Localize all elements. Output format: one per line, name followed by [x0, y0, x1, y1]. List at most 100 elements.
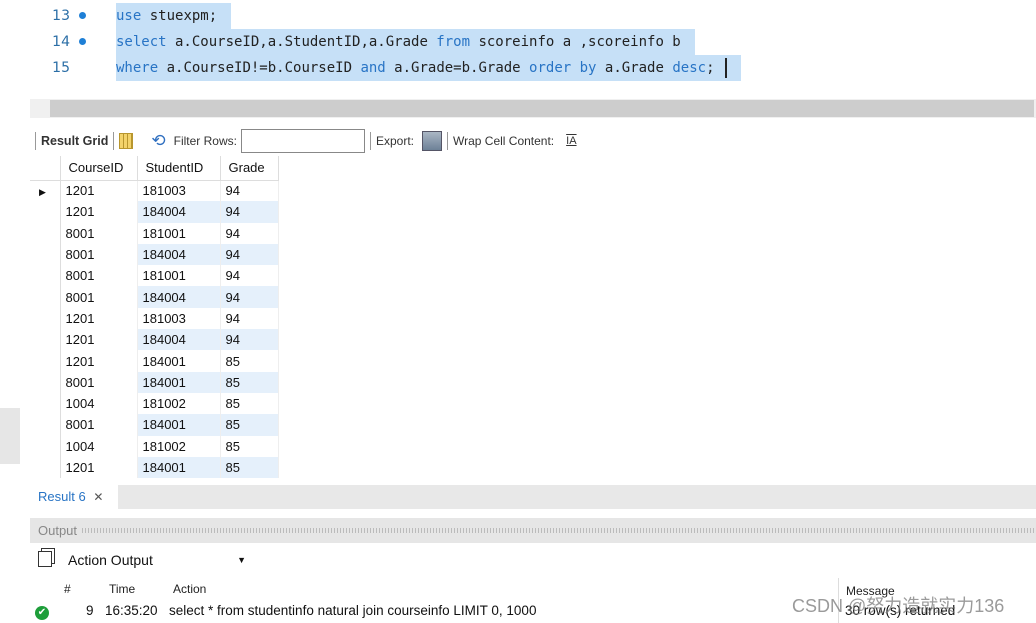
- grid-cell[interactable]: 1201: [60, 180, 138, 202]
- tab-result-6[interactable]: Result 6 ✕: [30, 485, 118, 509]
- filter-rows-input[interactable]: [240, 129, 365, 153]
- sql-keyword: and: [360, 60, 386, 76]
- grid-cell[interactable]: 181003: [137, 180, 221, 202]
- col-num-header: #: [64, 582, 71, 596]
- table-row[interactable]: 1004 181002 85: [30, 392, 279, 415]
- grid-cell[interactable]: 94: [220, 265, 279, 287]
- grid-cell[interactable]: 94: [220, 329, 279, 351]
- grid-cell[interactable]: 8001: [60, 414, 138, 436]
- row-indicator[interactable]: [30, 286, 61, 308]
- row-indicator[interactable]: [30, 414, 61, 436]
- grid-cell[interactable]: 181002: [137, 435, 221, 457]
- table-row[interactable]: 1201 184001 85: [30, 350, 279, 372]
- column-header[interactable]: Grade: [220, 156, 279, 181]
- grid-cell[interactable]: 1004: [60, 392, 138, 415]
- sql-keyword: use: [116, 8, 142, 24]
- grid-view-icon[interactable]: [119, 133, 134, 149]
- table-row[interactable]: 1201 184001 85: [30, 456, 279, 479]
- column-header[interactable]: StudentID: [137, 156, 221, 181]
- row-indicator[interactable]: [30, 307, 61, 330]
- row-indicator[interactable]: [30, 222, 61, 244]
- grid-cell[interactable]: 85: [220, 392, 279, 415]
- grid-cell[interactable]: 1004: [60, 435, 138, 457]
- grid-cell[interactable]: 1201: [60, 350, 138, 372]
- grid-cell[interactable]: 1201: [60, 307, 138, 330]
- table-row[interactable]: 8001 181001 94: [30, 265, 279, 287]
- output-type-select[interactable]: Action Output ▼: [62, 548, 252, 573]
- copy-icon[interactable]: [38, 551, 52, 567]
- grid-cell[interactable]: 94: [220, 286, 279, 308]
- code-line[interactable]: 13 use stuexpm;: [0, 3, 1036, 29]
- close-icon[interactable]: ✕: [93, 490, 103, 504]
- grid-cell[interactable]: 85: [220, 350, 279, 372]
- row-indicator[interactable]: [30, 201, 61, 223]
- table-row[interactable]: 1201 184004 94: [30, 201, 279, 223]
- table-row[interactable]: 1004 181002 85: [30, 435, 279, 457]
- row-indicator[interactable]: ▶: [30, 180, 61, 202]
- grid-cell[interactable]: 85: [220, 435, 279, 457]
- scrollbar-thumb[interactable]: [50, 100, 1034, 117]
- grid-cell[interactable]: 85: [220, 414, 279, 436]
- output-row-action[interactable]: select * from studentinfo natural join c…: [169, 601, 536, 621]
- result-grid: CourseID StudentID Grade ▶ 1201 181003 94 1201…: [30, 156, 279, 479]
- grid-cell[interactable]: 184001: [137, 456, 221, 479]
- grid-cell[interactable]: 184001: [137, 414, 221, 436]
- grid-cell[interactable]: 94: [220, 243, 279, 266]
- grid-cell[interactable]: 94: [220, 307, 279, 330]
- grid-cell[interactable]: 8001: [60, 265, 138, 287]
- side-panel-handle[interactable]: [0, 408, 20, 464]
- row-indicator[interactable]: [30, 392, 61, 415]
- sql-editor[interactable]: 13 use stuexpm; 14 select a.CourseID,a.Stud…: [0, 0, 1036, 95]
- table-row[interactable]: 8001 184001 85: [30, 371, 279, 393]
- result-grid-button[interactable]: Result Grid: [41, 134, 108, 148]
- grid-cell[interactable]: 8001: [60, 243, 138, 266]
- table-row[interactable]: 1201 184004 94: [30, 329, 279, 351]
- grid-cell[interactable]: 181001: [137, 222, 221, 244]
- grid-cell[interactable]: 184004: [137, 243, 221, 266]
- grid-cell[interactable]: 8001: [60, 222, 138, 244]
- table-row[interactable]: ▶ 1201 181003 94: [30, 180, 279, 202]
- column-header[interactable]: CourseID: [60, 156, 138, 181]
- grid-cell[interactable]: 184001: [137, 350, 221, 372]
- row-indicator[interactable]: [30, 265, 61, 287]
- row-indicator[interactable]: [30, 371, 61, 393]
- export-label: Export:: [375, 134, 414, 148]
- grid-cell[interactable]: 181002: [137, 392, 221, 415]
- grid-cell[interactable]: 94: [220, 180, 279, 202]
- sql-text: a.CourseID,a.StudentID,a.Grade: [166, 34, 437, 50]
- code-line[interactable]: 14 select a.CourseID,a.StudentID,a.Grade …: [0, 29, 1036, 55]
- grid-cell[interactable]: 1201: [60, 201, 138, 223]
- grid-cell[interactable]: 94: [220, 222, 279, 244]
- result-toolbar: Result Grid ⟲ Filter Rows: Export: Wrap …: [30, 127, 1036, 155]
- horizontal-scrollbar[interactable]: [30, 99, 1036, 118]
- export-icon[interactable]: [421, 131, 442, 151]
- table-row[interactable]: 8001 184004 94: [30, 243, 279, 266]
- grid-cell[interactable]: 184001: [137, 371, 221, 393]
- table-row[interactable]: 8001 181001 94: [30, 222, 279, 244]
- grid-cell[interactable]: 1201: [60, 329, 138, 351]
- row-indicator[interactable]: [30, 456, 61, 479]
- grid-cell[interactable]: 8001: [60, 371, 138, 393]
- refresh-icon[interactable]: ⟲: [151, 131, 165, 151]
- row-indicator[interactable]: [30, 243, 61, 266]
- row-indicator[interactable]: [30, 329, 61, 351]
- grid-cell[interactable]: 8001: [60, 286, 138, 308]
- grid-cell[interactable]: 94: [220, 201, 279, 223]
- table-row[interactable]: 1201 181003 94: [30, 307, 279, 330]
- text-cursor: [724, 58, 727, 78]
- code-line[interactable]: 15 where a.CourseID!=b.CourseID and a.Gra…: [0, 55, 1036, 81]
- grid-cell[interactable]: 184004: [137, 329, 221, 351]
- row-indicator[interactable]: [30, 435, 61, 457]
- grid-cell[interactable]: 85: [220, 456, 279, 479]
- row-indicator[interactable]: [30, 350, 61, 372]
- table-row[interactable]: 8001 184001 85: [30, 414, 279, 436]
- grid-cell[interactable]: 181001: [137, 265, 221, 287]
- grid-cell[interactable]: 184004: [137, 201, 221, 223]
- result-tabs: Result 6 ✕: [30, 485, 1036, 509]
- wrap-cell-icon[interactable]: IA: [566, 135, 576, 147]
- grid-cell[interactable]: 85: [220, 371, 279, 393]
- grid-cell[interactable]: 1201: [60, 456, 138, 479]
- grid-cell[interactable]: 184004: [137, 286, 221, 308]
- table-row[interactable]: 8001 184004 94: [30, 286, 279, 308]
- grid-cell[interactable]: 181003: [137, 307, 221, 330]
